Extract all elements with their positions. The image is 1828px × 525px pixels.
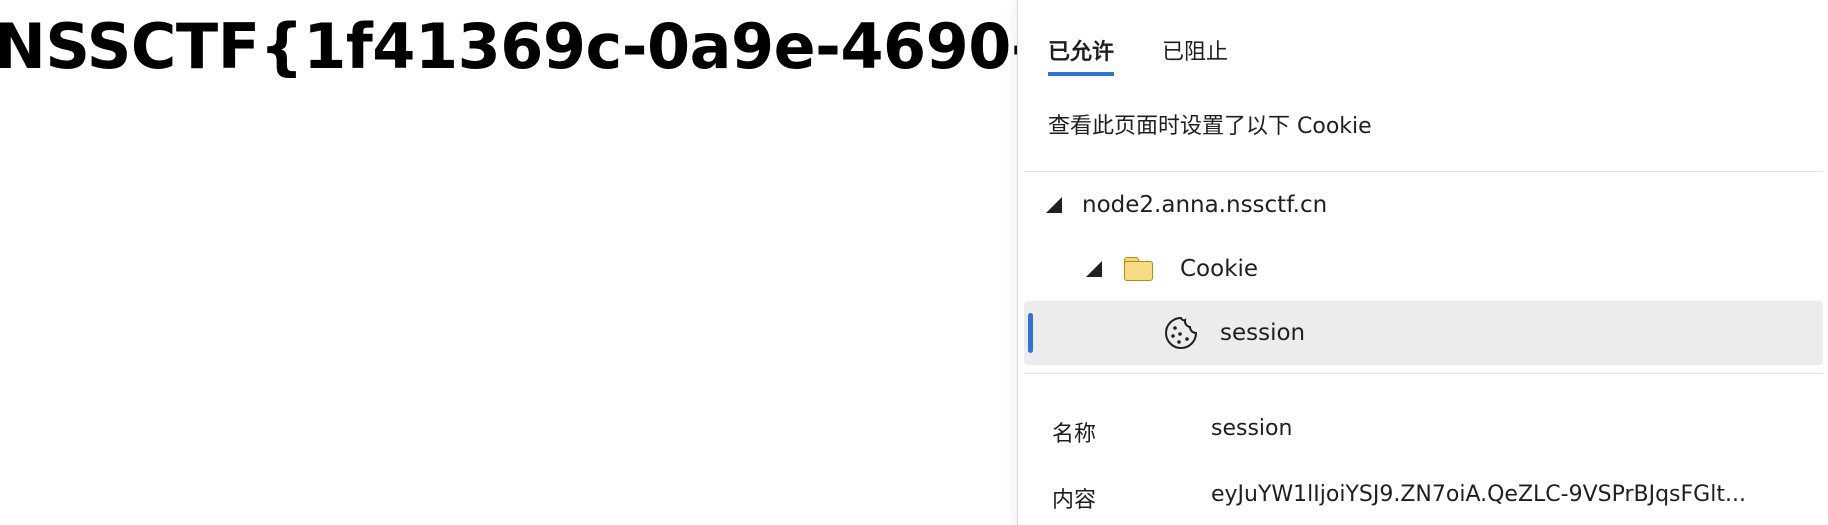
detail-content-value: eyJuYW1lIjoiYSJ9.ZN7oiA.QeZLC-9VSPrBJqsF… xyxy=(1211,482,1746,507)
detail-name-value: session xyxy=(1211,416,1293,441)
cookie-description: 查看此页面时设置了以下 Cookie xyxy=(1048,114,1372,139)
cookie-icon xyxy=(1164,316,1198,350)
tab-allowed[interactable]: 已允许 xyxy=(1048,34,1115,76)
flag-heading: NSSCTF{1f41369c-0a9e-4690-aa xyxy=(0,10,1119,83)
cookie-tabs: 已允许 已阻止 xyxy=(1048,34,1228,76)
divider xyxy=(1024,373,1823,374)
expand-triangle-icon[interactable] xyxy=(1086,261,1102,277)
domain-label: node2.anna.nssctf.cn xyxy=(1082,192,1328,218)
tree-item-domain[interactable]: node2.anna.nssctf.cn xyxy=(1024,173,1823,237)
browser-page: NSSCTF{1f41369c-0a9e-4690-aa 已允许 已阻止 查看此… xyxy=(0,0,1828,525)
detail-content-label: 内容 xyxy=(1052,488,1097,513)
selection-indicator xyxy=(1028,313,1033,353)
folder-icon xyxy=(1124,257,1154,281)
tree-item-session[interactable]: session xyxy=(1024,301,1823,365)
cookie-panel: 已允许 已阻止 查看此页面时设置了以下 Cookie node2.anna.ns… xyxy=(1017,0,1828,525)
tab-blocked[interactable]: 已阻止 xyxy=(1162,34,1228,76)
detail-name-label: 名称 xyxy=(1052,422,1097,447)
expand-triangle-icon[interactable] xyxy=(1046,197,1062,213)
cookie-name-label: session xyxy=(1220,320,1306,346)
folder-label: Cookie xyxy=(1180,256,1259,282)
tree-item-cookie-folder[interactable]: Cookie xyxy=(1024,237,1823,301)
divider xyxy=(1024,171,1823,172)
